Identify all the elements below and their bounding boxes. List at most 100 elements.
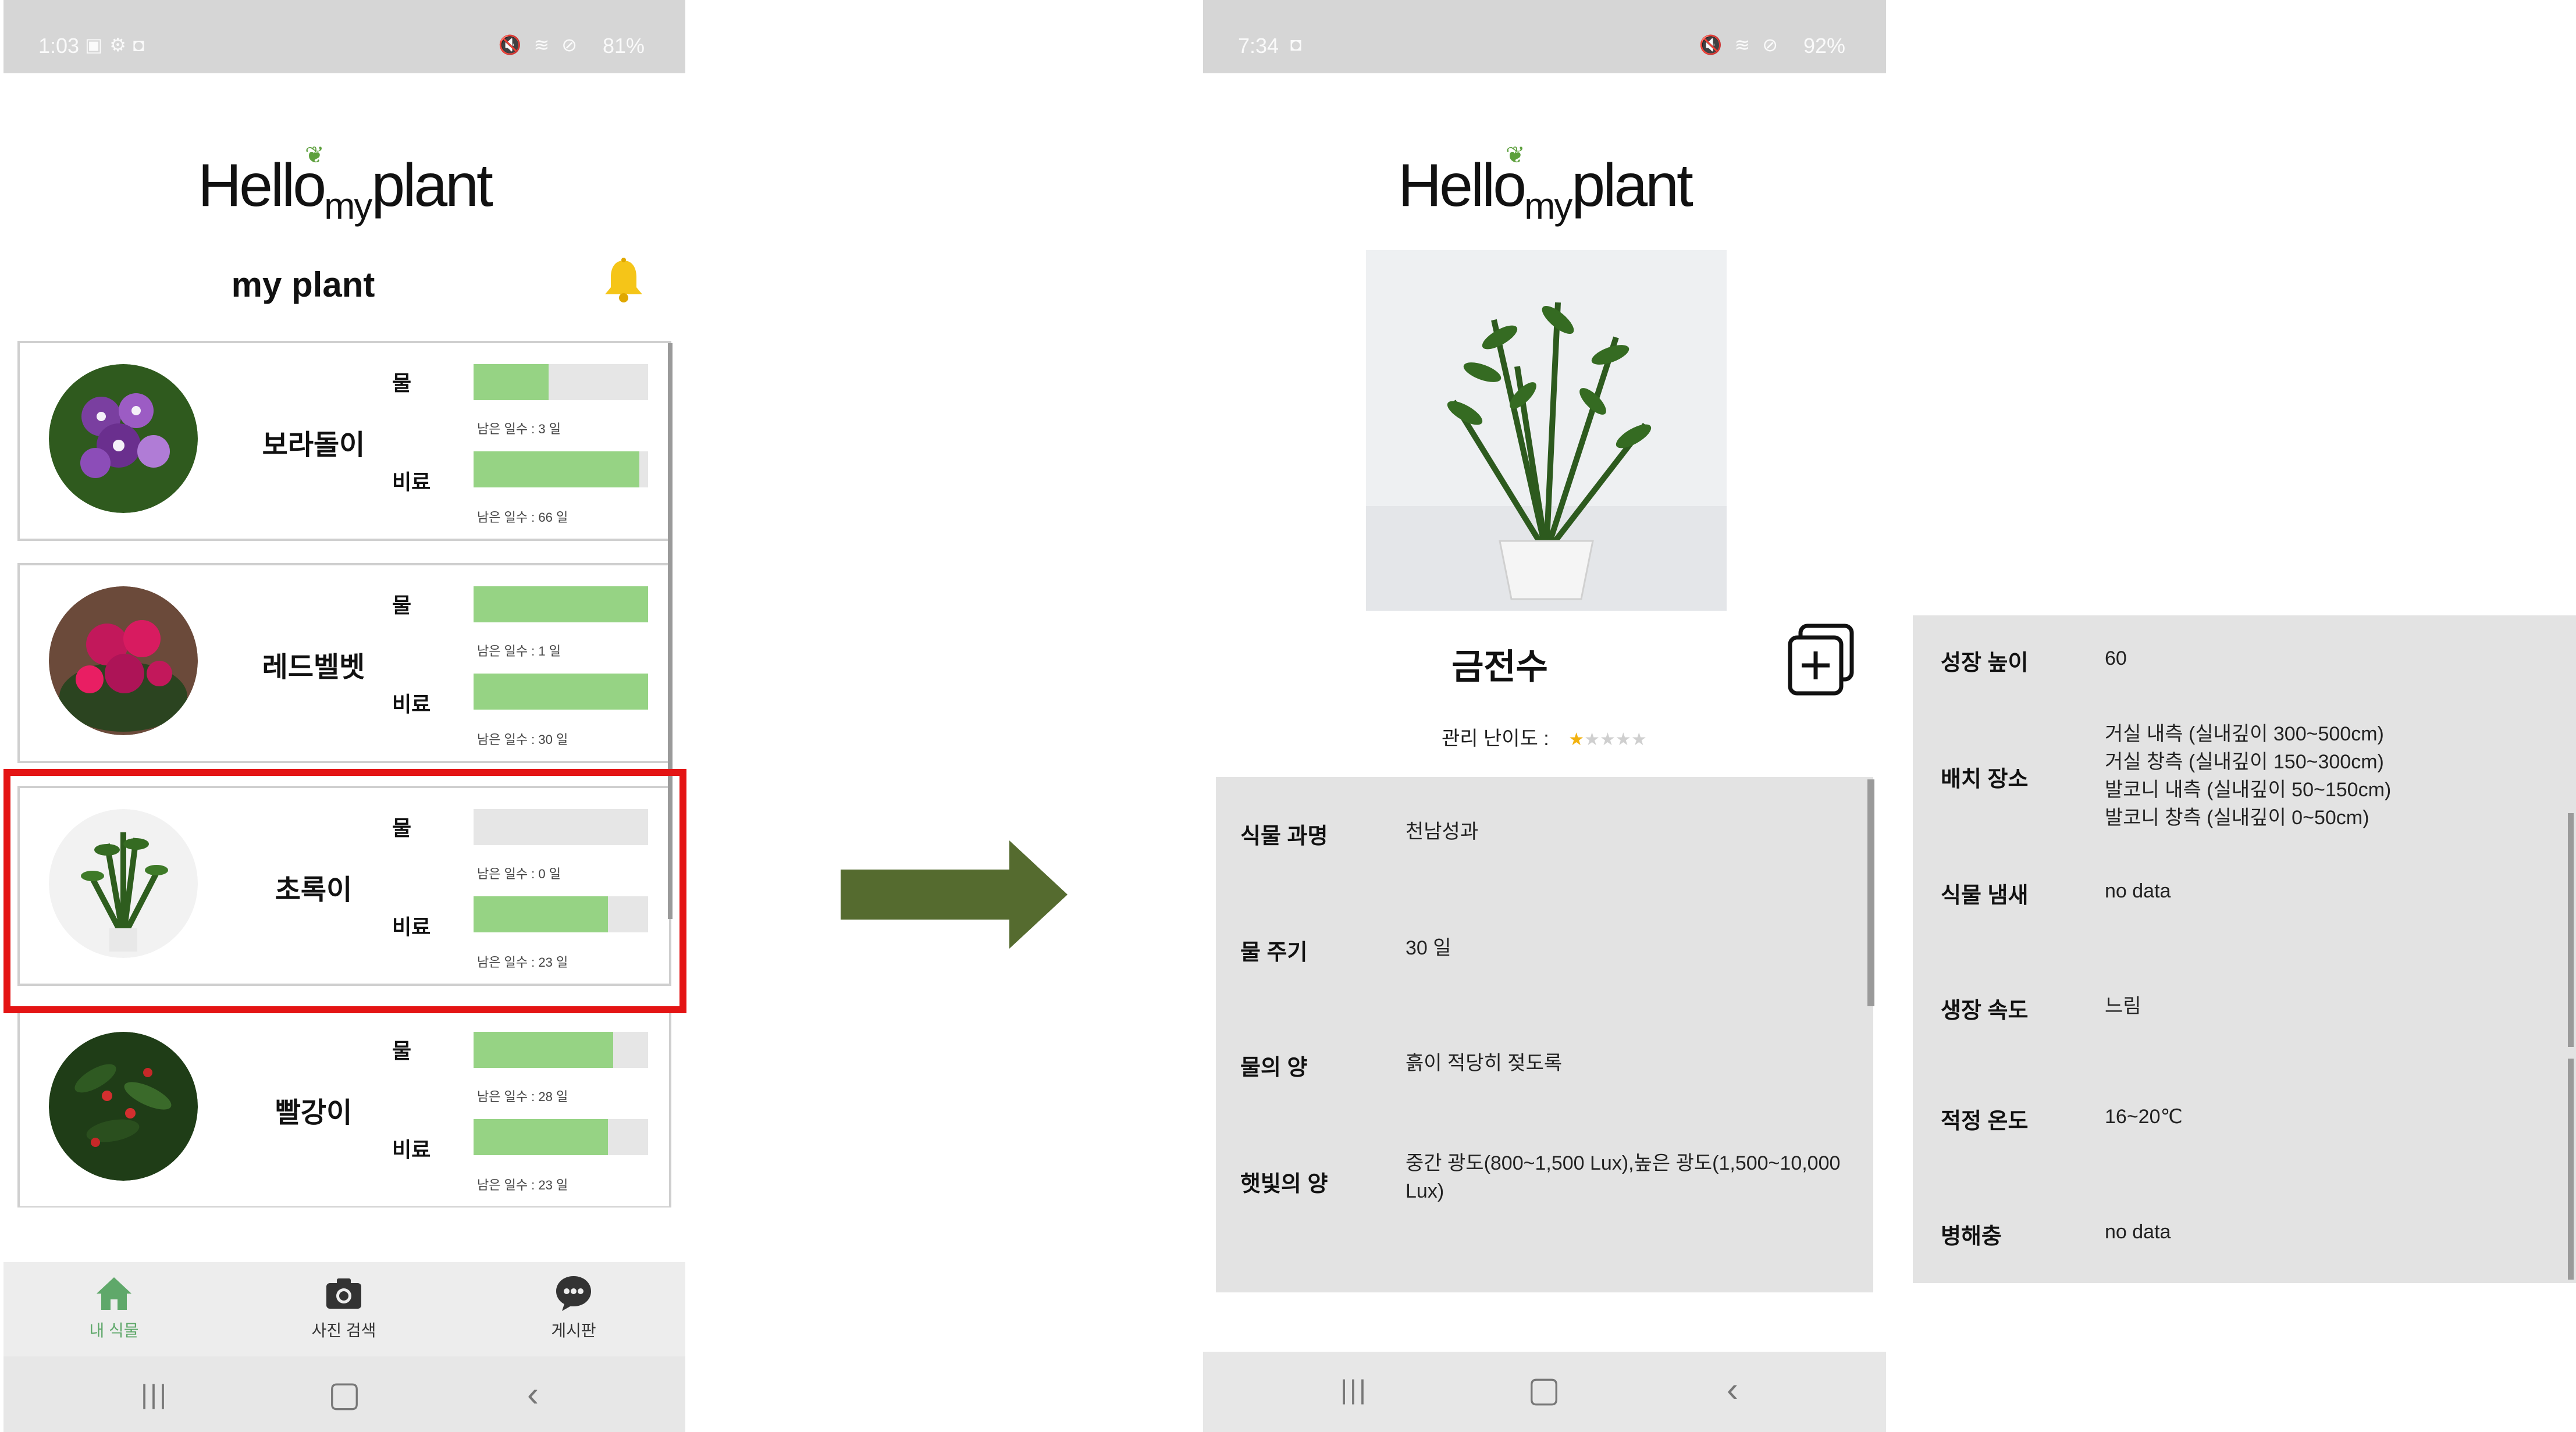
- plant-card-ppalgangi[interactable]: 빨강이 물 남은 일수 : 28 일 비료 남은 일수 : 23 일: [17, 1009, 671, 1207]
- nav-photo-search[interactable]: 사진 검색: [268, 1273, 419, 1341]
- star-empty-icon: ★: [1615, 730, 1631, 749]
- water-label: 물: [392, 1039, 412, 1063]
- plant-card-redvelvet[interactable]: 레드벨벳 물 남은 일수 : 1 일 비료 남은 일수 : 30 일: [17, 563, 671, 763]
- nav-my-plants[interactable]: 내 식물: [38, 1273, 190, 1341]
- info-value: 느림: [2105, 995, 2141, 1017]
- water-progress: [474, 364, 648, 400]
- back-icon[interactable]: ‹: [510, 1374, 556, 1415]
- plant-photo: [1366, 250, 1727, 611]
- system-navigation-bar: ||| ▢ ‹: [3, 1356, 685, 1432]
- plant-photo: [49, 1032, 198, 1181]
- fertilizer-label: 비료: [392, 1138, 431, 1162]
- water-progress: [474, 586, 648, 622]
- info-key: 적정 온도: [1941, 1109, 2029, 1134]
- plant-name: 보라돌이: [262, 430, 365, 461]
- info-value: 16~20℃: [2105, 1106, 2183, 1128]
- sprout-icon: ❦: [1506, 143, 1525, 168]
- plant-detail-screen: 7:34 ◘ 🔇 ≋ ⊘ 92% Hellomyplant ❦ 금전수 관리 난…: [1203, 0, 1886, 1432]
- signal-icons: 🔇 ≋ ⊘: [498, 34, 581, 55]
- info-key: 물 주기: [1240, 941, 1308, 965]
- nav-label: 내 식물: [89, 1321, 139, 1340]
- difficulty-label: 관리 난이도 :: [1442, 728, 1549, 750]
- recent-apps-icon[interactable]: |||: [1331, 1369, 1378, 1410]
- info-value: no data: [2105, 1221, 2171, 1243]
- info-key: 물의 양: [1240, 1056, 1308, 1080]
- fertilizer-label: 비료: [392, 470, 431, 494]
- fertilizer-progress: [474, 1119, 648, 1155]
- sprout-icon: ❦: [305, 143, 324, 168]
- status-bar: 7:34 ◘ 🔇 ≋ ⊘ 92%: [1203, 0, 1886, 73]
- info-scrollbar-lower[interactable]: [2568, 1059, 2574, 1280]
- plant-name: 금전수: [1451, 647, 1548, 686]
- logo-my: my: [324, 185, 372, 227]
- plant-card-boradori[interactable]: 보라돌이 물 남은 일수 : 3 일 비료 남은 일수 : 66 일: [17, 341, 671, 541]
- info-scrollbar[interactable]: [1867, 779, 1874, 1006]
- water-days-left: 남은 일수 : 1 일: [477, 644, 561, 658]
- info-value: 거실 내측 (실내깊이 300~500cm) 거실 창측 (실내깊이 150~3…: [2105, 723, 2392, 829]
- info-value: 흙이 적당히 젖도록: [1406, 1052, 1563, 1074]
- info-key: 병해충: [1941, 1224, 2002, 1249]
- plant-info-panel-scrolled[interactable]: 성장 높이 60 배치 장소 거실 내측 (실내깊이 300~500cm) 거실…: [1913, 615, 2576, 1283]
- status-bar: 1:03 ▣⚙◘ 🔇 ≋ ⊘ 81%: [3, 0, 685, 73]
- fertilizer-days-left: 남은 일수 : 30 일: [477, 732, 568, 747]
- water-days-left: 남은 일수 : 3 일: [477, 422, 561, 436]
- logo-my: my: [1524, 185, 1572, 227]
- camera-icon: [326, 1278, 361, 1309]
- info-value: no data: [2105, 880, 2171, 902]
- battery-level: 81%: [602, 34, 645, 58]
- chat-icon: [556, 1276, 591, 1311]
- plant-name: 레드벨벳: [262, 652, 365, 683]
- info-key: 배치 장소: [1941, 767, 2029, 792]
- bell-icon[interactable]: [602, 257, 646, 304]
- app-logo: Hellomyplant ❦: [1203, 143, 1886, 227]
- plant-name: 빨강이: [275, 1098, 353, 1128]
- notification-icons: ▣⚙◘: [85, 34, 152, 55]
- status-time: 7:34: [1238, 34, 1279, 58]
- fertilizer-progress: [474, 674, 648, 710]
- fertilizer-label: 비료: [392, 692, 431, 716]
- water-progress: [474, 1032, 648, 1068]
- info-key: 생장 속도: [1941, 999, 2029, 1023]
- plant-info-panel[interactable]: 식물 과명 천남성과 물 주기 30 일 물의 양 흙이 적당히 젖도록 햇빛의…: [1216, 777, 1873, 1292]
- home-button-icon[interactable]: ▢: [321, 1374, 368, 1415]
- transition-arrow-icon: [841, 840, 1068, 949]
- status-time: 1:03: [38, 34, 80, 58]
- nav-label: 사진 검색: [311, 1321, 376, 1340]
- fertilizer-days-left: 남은 일수 : 23 일: [477, 1178, 568, 1192]
- star-empty-icon: ★: [1600, 730, 1616, 749]
- star-filled-icon: ★: [1568, 730, 1585, 749]
- info-value: 중간 광도(800~1,500 Lux),높은 광도(1,500~10,000 …: [1406, 1152, 1841, 1202]
- info-key: 햇빛의 양: [1240, 1172, 1328, 1196]
- plant-photo: [49, 364, 198, 513]
- water-label: 물: [392, 371, 412, 395]
- home-button-icon[interactable]: ▢: [1521, 1369, 1567, 1410]
- water-days-left: 남은 일수 : 28 일: [477, 1089, 568, 1104]
- nav-label: 게시판: [551, 1321, 596, 1340]
- logo-plant: plant: [371, 152, 493, 219]
- add-plant-icon[interactable]: [1787, 622, 1856, 697]
- info-key: 식물 냄새: [1941, 884, 2029, 908]
- difficulty-stars: ★★★★★: [1568, 730, 1647, 749]
- info-value: 30 일: [1406, 937, 1451, 959]
- nav-board[interactable]: 게시판: [498, 1273, 649, 1341]
- fertilizer-progress: [474, 451, 648, 487]
- system-navigation-bar: ||| ▢ ‹: [1203, 1352, 1886, 1432]
- logo-plant: plant: [1571, 152, 1693, 219]
- info-value: 60: [2105, 647, 2127, 669]
- star-empty-icon: ★: [1584, 730, 1600, 749]
- recent-apps-icon[interactable]: |||: [131, 1374, 178, 1415]
- water-label: 물: [392, 593, 412, 617]
- page-title: my plant: [231, 265, 375, 304]
- plant-photo: [49, 586, 198, 735]
- my-plant-screen: 1:03 ▣⚙◘ 🔇 ≋ ⊘ 81% Hellomyplant ❦ my pla…: [3, 0, 685, 1432]
- fertilizer-days-left: 남은 일수 : 66 일: [477, 510, 568, 525]
- star-empty-icon: ★: [1631, 730, 1647, 749]
- home-icon: [97, 1277, 131, 1310]
- info-key: 식물 과명: [1240, 824, 1328, 849]
- signal-icons: 🔇 ≋ ⊘: [1699, 34, 1781, 55]
- notification-icons: ◘: [1290, 34, 1309, 55]
- back-icon[interactable]: ‹: [1709, 1369, 1756, 1410]
- info-value: 천남성과: [1406, 821, 1479, 843]
- app-logo: Hellomyplant ❦: [3, 143, 685, 227]
- info-scrollbar-upper[interactable]: [2568, 813, 2574, 1047]
